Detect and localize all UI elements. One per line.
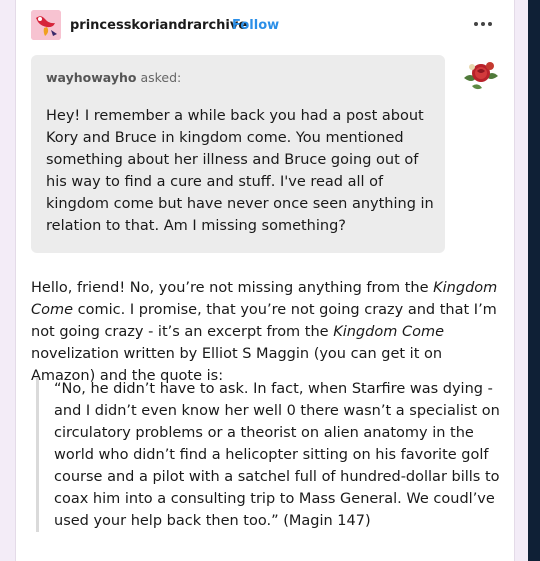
blog-avatar[interactable] [31,10,61,40]
more-dots-icon [474,22,478,26]
blockquote: “No, he didn’t have to ask. In fact, whe… [36,378,502,532]
rose-avatar-icon [464,62,498,90]
ask-bubble: wayhowayho asked: Hey! I remember a whil… [31,55,445,253]
answer-text: Hello, friend! No, you’re not missing an… [31,277,501,387]
post-card: princesskoriandrarchive Follow wayhowayh… [15,0,515,561]
ask-question-text: Hey! I remember a while back you had a p… [46,108,434,234]
asker-line: wayhowayho asked: [46,70,181,85]
blog-name-link[interactable]: princesskoriandrarchive [70,18,247,33]
more-options-button[interactable] [471,14,495,34]
follow-button[interactable]: Follow [232,18,279,33]
avatar-image-icon [31,10,61,40]
asker-avatar[interactable] [462,58,500,92]
post-header: princesskoriandrarchive Follow [31,10,501,40]
answer-part-1: Hello, friend! No, you’re not missing an… [31,280,434,296]
asker-name-link[interactable]: wayhowayho [46,70,136,85]
asked-label: asked: [140,70,182,85]
quote-text: “No, he didn’t have to ask. In fact, whe… [54,381,500,529]
answer-italic-title-2: Kingdom Come [333,324,444,340]
window-edge [528,0,540,561]
